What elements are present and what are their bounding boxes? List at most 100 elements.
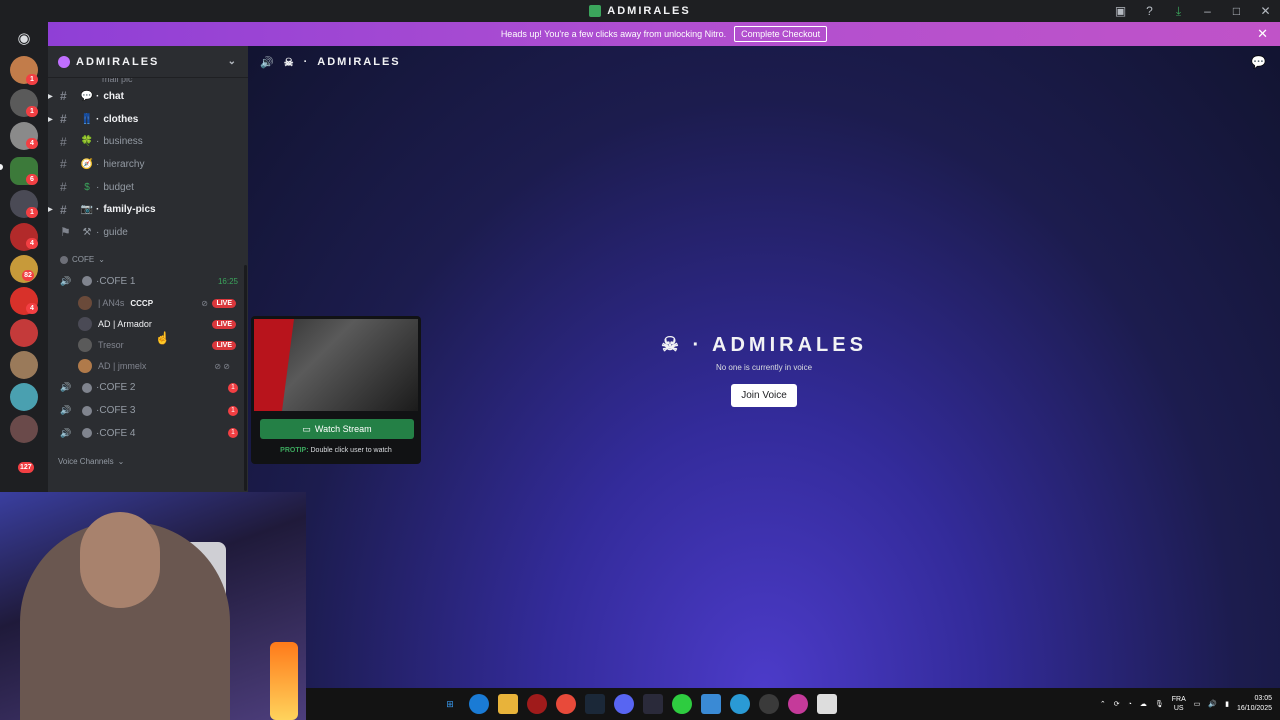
channel-icon xyxy=(82,428,92,439)
voice-user-name: Tresor xyxy=(98,340,124,350)
dollar-icon: $ xyxy=(84,181,90,193)
close-icon[interactable]: ✕ xyxy=(1257,26,1268,42)
clock-time: 03:05 xyxy=(1254,695,1272,702)
voice-channel-label: COFE 2 xyxy=(99,382,136,394)
complete-checkout-button[interactable]: Complete Checkout xyxy=(734,26,828,42)
file-explorer-icon[interactable] xyxy=(498,694,518,714)
speaker-icon: 🔊 xyxy=(260,56,276,69)
notepad-icon[interactable] xyxy=(701,694,721,714)
channel-hierarchy[interactable]: # 🧭 · hierarchy xyxy=(48,153,248,176)
discord-home-icon[interactable]: ◉ xyxy=(8,26,40,50)
avatar xyxy=(78,338,92,352)
app-icon[interactable] xyxy=(788,694,808,714)
telegram-icon[interactable] xyxy=(730,694,750,714)
category-voice-channels[interactable]: Voice Channels ⌄ xyxy=(48,453,248,471)
chevron-down-icon[interactable]: ⌄ xyxy=(228,56,238,67)
channel-budget[interactable]: # $ · budget xyxy=(48,176,248,199)
sync-icon[interactable]: ⟳ xyxy=(1114,700,1120,708)
channel-business[interactable]: # 🍀 · business xyxy=(48,130,248,153)
clock[interactable]: 03:05 16/10/2025 xyxy=(1237,694,1272,714)
channel-label: chat xyxy=(103,90,124,102)
mic-icon[interactable]: 🎙 xyxy=(1155,700,1164,708)
deafened-icon: ⊘ ⊘ xyxy=(214,361,230,371)
app-icon[interactable] xyxy=(643,694,663,714)
language-indicator[interactable]: FRA US xyxy=(1172,695,1186,713)
voice-user[interactable]: AD | Armador LIVE xyxy=(48,314,248,335)
skull-icon: ☠ xyxy=(661,334,683,356)
voice-timer: 16:25 xyxy=(217,276,238,286)
app-icon[interactable] xyxy=(527,694,547,714)
channel-emoji: 💬 xyxy=(80,90,94,102)
server-badge: 1 xyxy=(26,207,38,218)
voice-channel-cofe-4[interactable]: 🔊 · COFE 4 1 xyxy=(48,422,248,445)
server-avatar[interactable] xyxy=(10,351,38,379)
sidebar-scrollbar[interactable] xyxy=(244,265,247,491)
chrome-icon[interactable] xyxy=(556,694,576,714)
channel-guide[interactable]: ⚑ ⚒ · guide xyxy=(48,221,248,244)
window-title-text: ADMIRALES xyxy=(607,5,691,17)
watch-stream-label: Watch Stream xyxy=(314,424,372,434)
app-icon[interactable] xyxy=(672,694,692,714)
window-title: ADMIRALES xyxy=(589,5,690,17)
help-icon[interactable]: ? xyxy=(1135,0,1164,22)
window-controls: ▣ ? ⤓ – □ ✕ xyxy=(1106,0,1280,22)
forum-icon: ⚑ xyxy=(60,225,71,240)
join-voice-button[interactable]: Join Voice xyxy=(731,384,797,407)
voice-channel-cofe-2[interactable]: 🔊 · COFE 2 1 xyxy=(48,377,248,400)
voice-channel-title-text: ADMIRALES xyxy=(712,334,867,356)
app-tray-icon[interactable]: ◔ xyxy=(1128,701,1132,708)
server-avatar[interactable] xyxy=(10,319,38,347)
category-cofe[interactable]: COFE ⌄ xyxy=(48,250,248,270)
channel-chat[interactable]: ▶ # 💬 · chat xyxy=(48,85,248,108)
stream-thumbnail[interactable] xyxy=(254,319,418,411)
start-icon[interactable]: ⊞ xyxy=(440,694,460,714)
steam-icon[interactable] xyxy=(585,694,605,714)
live-badge: LIVE xyxy=(212,319,236,329)
download-icon[interactable]: ⤓ xyxy=(1164,0,1193,22)
server-avatar[interactable] xyxy=(10,415,38,443)
monitor-icon[interactable]: ▭ xyxy=(1194,700,1201,708)
chat-bubble-icon[interactable]: 💬 xyxy=(1251,55,1268,69)
channel-clothes[interactable]: ▶ # 👖 · clothes xyxy=(48,108,248,131)
app-icon[interactable] xyxy=(759,694,779,714)
server-badge: 6 xyxy=(26,174,38,185)
server-badge: 4 xyxy=(26,138,38,149)
voice-channel-label: COFE 1 xyxy=(99,275,136,287)
speaker-icon: 🔊 xyxy=(60,405,72,416)
voice-user[interactable]: | AN4s CCCP ⊘ LIVE xyxy=(48,293,248,314)
voice-user[interactable]: Tresor LIVE xyxy=(48,335,248,356)
server-badge: 82 xyxy=(22,270,34,281)
inbox-icon[interactable]: ▣ xyxy=(1106,0,1135,22)
channel-emoji: 🧭 xyxy=(80,158,94,170)
maximize-button[interactable]: □ xyxy=(1222,0,1251,22)
voice-channel-cofe-1[interactable]: 🔊 · COFE 1 16:25 xyxy=(48,270,248,293)
cloud-icon[interactable]: ☁ xyxy=(1140,700,1147,708)
channel-emoji: 👖 xyxy=(80,113,94,125)
channel-label: guide xyxy=(103,226,128,238)
server-name: ADMIRALES xyxy=(76,55,160,68)
server-badge: 127 xyxy=(18,462,34,473)
voice-channel-cofe-3[interactable]: 🔊 · COFE 3 1 xyxy=(48,399,248,422)
server-header[interactable]: ADMIRALES ⌄ xyxy=(48,46,248,78)
voice-user-name: AD | jmmelx xyxy=(98,361,147,371)
edge-icon[interactable] xyxy=(469,694,489,714)
app-icon[interactable] xyxy=(817,694,837,714)
watch-stream-button[interactable]: ▭ Watch Stream xyxy=(260,419,414,439)
windows-taskbar: ⊞ ⌃ ⟳ ◔ ☁ 🎙 FRA US ▭ 🔊 ▮ 03:05 16/10/202… xyxy=(306,688,1280,720)
nitro-banner-text: Heads up! You're a few clicks away from … xyxy=(500,29,727,39)
voice-user[interactable]: AD | jmmelx ⊘ ⊘ xyxy=(48,356,248,377)
channel-family-pics[interactable]: ▶ # 📷 · family-pics xyxy=(48,198,248,221)
volume-icon[interactable]: 🔊 xyxy=(1208,700,1217,708)
battery-icon[interactable]: ▮ xyxy=(1225,700,1229,708)
channel-icon xyxy=(82,405,92,416)
server-avatar[interactable] xyxy=(10,383,38,411)
chevron-up-icon[interactable]: ⌃ xyxy=(1100,700,1106,708)
close-window-button[interactable]: ✕ xyxy=(1251,0,1280,22)
channel-sidebar: ADMIRALES ⌄ mail pic ▶ # 💬 · chat ▶ # 👖 … xyxy=(48,46,248,492)
protip-label: PROTIP: xyxy=(280,447,309,454)
voice-user-name: | AN4s xyxy=(98,298,125,308)
server-icon xyxy=(589,5,602,17)
minimize-button[interactable]: – xyxy=(1193,0,1222,22)
channel-label: budget xyxy=(103,181,134,193)
discord-icon[interactable] xyxy=(614,694,634,714)
